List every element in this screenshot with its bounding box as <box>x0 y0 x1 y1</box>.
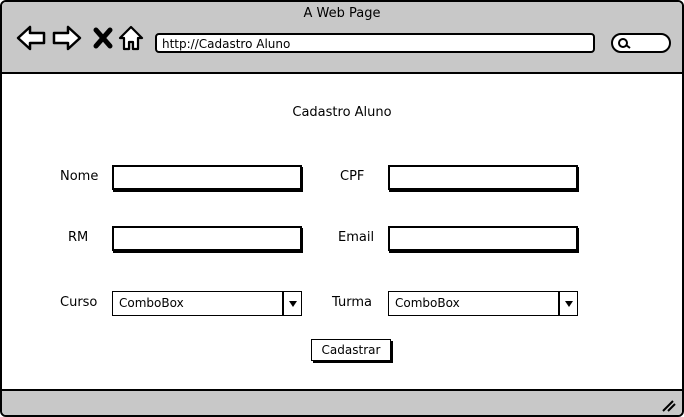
page-content: Cadastro Aluno Nome CPF RM Email Curso C… <box>2 74 682 389</box>
curso-label: Curso <box>60 295 98 310</box>
turma-selected-value: ComboBox <box>395 296 460 310</box>
chevron-down-icon[interactable] <box>558 292 577 315</box>
window-title: A Web Page <box>303 6 381 21</box>
cadastrar-button[interactable]: Cadastrar <box>311 339 391 361</box>
turma-select[interactable]: ComboBox <box>388 291 578 316</box>
browser-toolbar: A Web Page http://Cadastro Aluno <box>2 2 682 74</box>
nome-input[interactable] <box>112 165 302 190</box>
turma-label: Turma <box>332 295 372 310</box>
close-icon[interactable] <box>88 22 118 54</box>
back-arrow-icon[interactable] <box>16 22 46 54</box>
search-field[interactable] <box>611 33 671 53</box>
nome-label: Nome <box>60 169 99 184</box>
address-bar[interactable]: http://Cadastro Aluno <box>155 33 595 53</box>
search-icon <box>617 34 631 53</box>
status-bar <box>2 389 682 415</box>
rm-input[interactable] <box>112 226 302 251</box>
cpf-input[interactable] <box>388 165 578 190</box>
rm-label: RM <box>68 230 89 245</box>
page-title: Cadastro Aluno <box>292 105 392 120</box>
chevron-down-icon[interactable] <box>282 292 301 315</box>
curso-selected-value: ComboBox <box>119 296 184 310</box>
resize-grip-icon[interactable] <box>660 397 676 412</box>
email-input[interactable] <box>388 226 578 251</box>
cpf-label: CPF <box>340 169 365 184</box>
email-label: Email <box>338 230 375 245</box>
browser-window: A Web Page http://Cadastro Aluno Cadastr… <box>0 0 684 417</box>
forward-arrow-icon[interactable] <box>52 22 82 54</box>
home-icon[interactable] <box>116 22 146 54</box>
curso-select[interactable]: ComboBox <box>112 291 302 316</box>
